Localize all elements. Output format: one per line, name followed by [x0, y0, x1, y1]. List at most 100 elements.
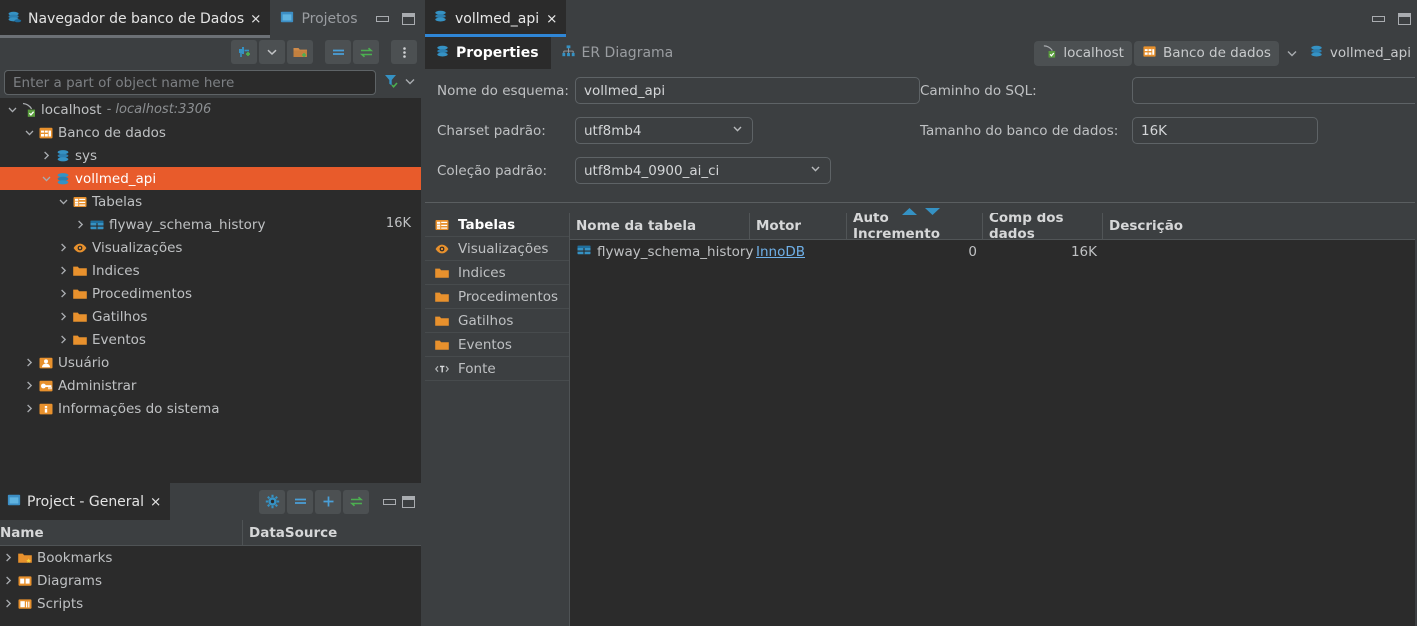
expand-arrow-icon[interactable] — [72, 219, 88, 230]
tree-node-administrar[interactable]: Administrar — [0, 374, 421, 397]
expand-arrow-icon[interactable] — [0, 552, 16, 563]
project-tree[interactable]: Bookmarks Diagrams Scripts — [0, 546, 421, 626]
maximize-icon[interactable] — [1396, 10, 1413, 27]
expand-arrow-icon[interactable] — [55, 265, 71, 276]
property-input[interactable]: 16K — [1132, 117, 1318, 144]
column-header-descricao[interactable]: Descrição — [1103, 213, 1417, 239]
tab-database-navigator[interactable]: Navegador de banco de Dados × — [0, 0, 271, 38]
property-select[interactable]: utf8mb4_0900_ai_ci — [575, 157, 831, 184]
open-folder-icon[interactable] — [287, 40, 313, 64]
expand-arrow-icon[interactable] — [0, 575, 16, 586]
expand-arrow-icon[interactable] — [55, 334, 71, 345]
expand-arrow-icon[interactable] — [55, 196, 71, 207]
tree-node-banco-de-dados[interactable]: Banco de dados — [0, 121, 421, 144]
close-icon[interactable]: × — [150, 494, 161, 510]
expand-arrow-icon[interactable] — [55, 242, 71, 253]
column-header-nome-da-tabela[interactable]: Nome da tabela — [570, 213, 750, 239]
tree-node-gatilhos[interactable]: Gatilhos — [0, 305, 421, 328]
refresh-sync-icon[interactable] — [353, 40, 379, 64]
expand-arrow-icon[interactable] — [21, 380, 37, 391]
chevron-down-icon[interactable] — [809, 162, 822, 179]
tree-node-flyway-schema-history[interactable]: flyway_schema_history 16K — [0, 213, 421, 236]
cell-descricao[interactable] — [1103, 240, 1417, 264]
cell-auto-incremento[interactable]: 0 — [847, 240, 983, 264]
expand-down-icon[interactable] — [924, 204, 941, 220]
tree-node-sys[interactable]: sys — [0, 144, 421, 167]
column-header-name[interactable]: Name — [0, 520, 243, 545]
tree-node-tabelas[interactable]: Tabelas — [0, 190, 421, 213]
category-item-procedimentos[interactable]: Procedimentos — [425, 285, 569, 309]
motor-link[interactable]: InnoDB — [756, 244, 805, 260]
tree-node-eventos[interactable]: Eventos — [0, 328, 421, 351]
object-category-list[interactable]: Tabelas Visualizações Indices Procedimentos… — [425, 213, 570, 626]
search-input[interactable]: Enter a part of object name here — [4, 70, 376, 95]
chevron-down-icon[interactable] — [259, 40, 285, 64]
category-item-fonte[interactable]: Fonte — [425, 357, 569, 381]
minimize-icon[interactable] — [381, 493, 398, 510]
add-item-icon[interactable] — [315, 489, 341, 514]
tab-er-diagrama[interactable]: ER Diagrama — [551, 37, 686, 69]
expand-arrow-icon[interactable] — [21, 403, 37, 414]
maximize-icon[interactable] — [400, 493, 417, 510]
more-options-icon[interactable] — [391, 40, 417, 64]
filter-chevron-down-icon[interactable] — [403, 74, 417, 92]
list-item[interactable]: Scripts — [0, 592, 421, 615]
tree-node-localhost[interactable]: localhost - localhost:3306 — [0, 98, 421, 121]
new-connection-icon[interactable] — [231, 40, 257, 64]
close-icon[interactable]: × — [546, 11, 557, 27]
cell-motor[interactable]: InnoDB — [750, 240, 847, 264]
expand-arrow-icon[interactable] — [21, 127, 37, 138]
tree-node-procedimentos[interactable]: Procedimentos — [0, 282, 421, 305]
refresh-sync-icon[interactable] — [343, 489, 369, 514]
horizontal-splitter[interactable] — [425, 202, 1417, 215]
tab-project-general[interactable]: Project - General × — [0, 483, 171, 520]
cell-table-name[interactable]: flyway_schema_history — [570, 240, 753, 264]
expand-arrow-icon[interactable] — [0, 598, 16, 609]
property-select[interactable]: utf8mb4 — [575, 117, 753, 144]
table-row[interactable]: flyway_schema_history InnoDB 0 16K — [570, 240, 1417, 264]
expand-arrow-icon[interactable] — [38, 150, 54, 161]
collapse-up-icon[interactable] — [901, 204, 918, 220]
tree-node-usu-rio[interactable]: Usuário — [0, 351, 421, 374]
tree-node-vollmed-api[interactable]: vollmed_api — [0, 167, 421, 190]
settings-gear-icon[interactable] — [259, 489, 285, 514]
filter-icon[interactable] — [381, 71, 400, 94]
close-icon[interactable]: × — [250, 11, 261, 27]
category-item-gatilhos[interactable]: Gatilhos — [425, 309, 569, 333]
tab-properties[interactable]: Properties — [425, 37, 551, 69]
breadcrumb-vollmed-api[interactable]: vollmed_api — [1305, 41, 1415, 66]
expand-arrow-icon[interactable] — [38, 173, 54, 184]
category-item-indices[interactable]: Indices — [425, 261, 569, 285]
collapse-all-icon[interactable] — [287, 489, 313, 514]
cell-comp-dos-dados[interactable]: 16K — [983, 240, 1103, 264]
column-header-datasource[interactable]: DataSource — [243, 525, 421, 541]
list-item[interactable]: Bookmarks — [0, 546, 421, 569]
breadcrumb-localhost[interactable]: localhost — [1034, 40, 1132, 66]
breadcrumb-banco-de-dados[interactable]: Banco de dados — [1133, 40, 1279, 66]
column-header-motor[interactable]: Motor — [750, 213, 847, 239]
database-tree[interactable]: localhost - localhost:3306 Banco de dados s… — [0, 98, 421, 483]
expand-arrow-icon[interactable] — [55, 311, 71, 322]
list-item[interactable]: Diagrams — [0, 569, 421, 592]
tab-projetos[interactable]: Projetos — [270, 0, 367, 38]
property-input[interactable] — [1132, 77, 1417, 104]
maximize-icon[interactable] — [400, 11, 417, 28]
tables-grid-body[interactable]: flyway_schema_history InnoDB 0 16K — [570, 240, 1417, 264]
tree-node-visualiza-es[interactable]: Visualizações — [0, 236, 421, 259]
tree-node-informa-es-do-sistema[interactable]: Informações do sistema — [0, 397, 421, 420]
minimize-icon[interactable] — [1370, 10, 1387, 27]
breadcrumb-chevron-down-icon[interactable] — [1281, 43, 1303, 63]
expand-arrow-icon[interactable] — [55, 288, 71, 299]
category-item-tabelas[interactable]: Tabelas — [425, 213, 569, 237]
column-header-comp-dos-dados[interactable]: Comp dos dados — [983, 210, 1103, 242]
expand-arrow-icon[interactable] — [4, 104, 20, 115]
chevron-down-icon[interactable] — [731, 122, 744, 139]
collapse-all-icon[interactable] — [325, 40, 351, 64]
category-item-visualiza-es[interactable]: Visualizações — [425, 237, 569, 261]
property-input[interactable]: vollmed_api — [575, 77, 920, 104]
tab-vollmed-api[interactable]: vollmed_api × — [425, 0, 567, 37]
category-item-eventos[interactable]: Eventos — [425, 333, 569, 357]
expand-arrow-icon[interactable] — [21, 357, 37, 368]
minimize-icon[interactable] — [374, 11, 391, 28]
tree-node-indices[interactable]: Indices — [0, 259, 421, 282]
